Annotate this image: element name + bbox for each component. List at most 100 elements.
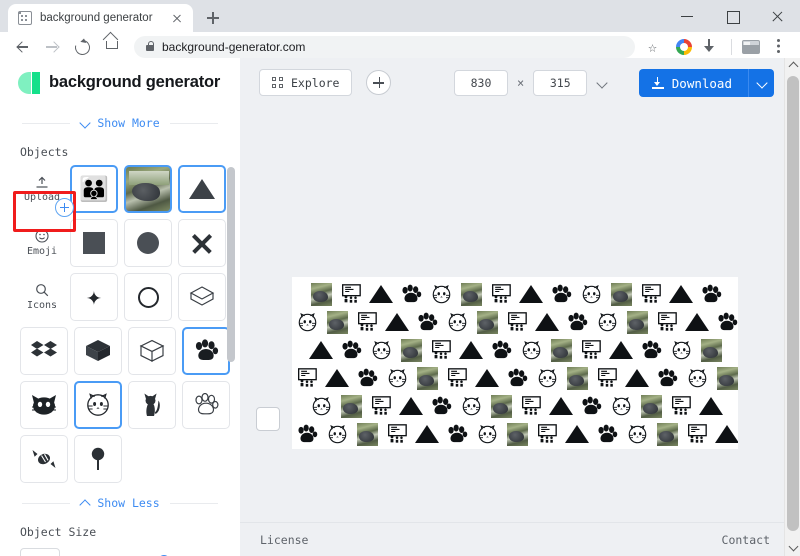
object-tile-circle[interactable] — [124, 219, 172, 267]
object-tile-photo[interactable] — [124, 165, 172, 213]
address-bar[interactable]: background-generator.com — [134, 36, 635, 58]
object-tile-cat-face-filled[interactable] — [20, 381, 68, 429]
pattern-cell-paw — [562, 307, 592, 337]
google-profile-icon[interactable] — [671, 34, 697, 60]
sidebar-action-icons[interactable]: Icons — [20, 273, 64, 321]
pattern-cell-paw — [442, 419, 472, 449]
object-tile-sparkle[interactable]: ✦ — [70, 273, 118, 321]
object-tile-dropbox[interactable] — [20, 327, 68, 375]
scroll-down-arrow-icon[interactable] — [785, 540, 800, 556]
lollipop-glyph-icon — [91, 447, 105, 470]
pattern-cell-triangle — [366, 279, 396, 309]
object-tile-cat-face-outline[interactable] — [74, 381, 122, 429]
pattern-cell-triangle — [396, 391, 426, 421]
pattern-cell-cat-face — [306, 391, 336, 421]
chevron-down-icon[interactable] — [596, 77, 608, 89]
show-more-button[interactable]: Show More — [80, 116, 159, 130]
sidebar-action-label: Icons — [26, 300, 58, 311]
pattern-canvas[interactable] — [292, 277, 738, 449]
scroll-up-arrow-icon[interactable] — [785, 58, 800, 74]
pattern-cell-photo — [322, 307, 352, 337]
contact-link[interactable]: Contact — [722, 533, 770, 547]
object-tile-presentation[interactable]: 👪 — [70, 165, 118, 213]
cross-glyph-icon — [190, 231, 214, 255]
object-tile-triangle[interactable] — [178, 165, 226, 213]
object-tile-lollipop[interactable] — [74, 435, 122, 483]
license-link[interactable]: License — [260, 533, 308, 547]
download-options-button[interactable] — [748, 69, 774, 97]
sidebar-action-emoji[interactable]: Emoji — [20, 219, 64, 267]
explore-button[interactable]: Explore — [259, 69, 353, 96]
pattern-cell-triangle — [562, 419, 592, 449]
object-tile-ring[interactable] — [124, 273, 172, 321]
sidebar-scrollbar[interactable] — [226, 107, 236, 556]
cat-face-outline-glyph-icon — [87, 393, 109, 416]
pattern-row — [292, 363, 738, 393]
app-brand[interactable]: background generator — [0, 58, 240, 107]
pattern-cell-triangle — [696, 391, 726, 421]
triangle-glyph-icon — [189, 179, 215, 199]
home-button[interactable] — [98, 33, 126, 61]
download-label: Download — [671, 75, 732, 91]
canvas-width-input[interactable]: 830 — [454, 69, 508, 96]
show-less-button[interactable]: Show Less — [80, 496, 159, 510]
ring-glyph-icon — [137, 286, 159, 308]
plus-circle-icon[interactable] — [55, 198, 74, 217]
background-color-swatch[interactable] — [256, 407, 280, 431]
object-tile-candy[interactable] — [20, 435, 68, 483]
new-tab-button[interactable] — [199, 4, 227, 32]
pattern-cell-cat-face — [382, 363, 412, 393]
object-size-section: Object Size 33 — [0, 509, 240, 556]
window-close-button[interactable] — [755, 0, 800, 32]
logo-icon — [18, 71, 40, 94]
object-tile-paw-filled[interactable] — [182, 327, 230, 375]
app-toolbar: Explore 830 × 315 Download — [240, 58, 800, 107]
object-tile-cube[interactable] — [128, 327, 176, 375]
pattern-cell-photo — [306, 279, 336, 309]
canvas-size-controls: 830 × 315 — [454, 58, 608, 107]
page-scrollbar[interactable] — [784, 58, 800, 556]
pattern-cell-triangle — [306, 335, 336, 365]
extension-icon[interactable] — [738, 34, 764, 60]
sidebar-scroll-thumb[interactable] — [227, 167, 235, 362]
object-tile-cat-sitting[interactable] — [128, 381, 176, 429]
object-size-input[interactable]: 33 — [20, 548, 60, 556]
divider — [22, 502, 71, 504]
toolbar-divider — [731, 39, 732, 55]
page-scroll-thumb[interactable] — [787, 76, 799, 531]
pattern-cell-paw — [412, 307, 442, 337]
chevron-up-icon — [80, 498, 90, 508]
pattern-row — [292, 419, 738, 449]
object-tile-cross[interactable] — [178, 219, 226, 267]
reload-button[interactable] — [68, 33, 96, 61]
download-icon[interactable] — [699, 34, 725, 60]
browser-tab[interactable]: background generator — [8, 4, 193, 32]
kebab-menu-icon[interactable] — [766, 34, 792, 60]
object-tile-open-box[interactable] — [178, 273, 226, 321]
object-tile-package[interactable] — [74, 327, 122, 375]
bookmark-star-icon[interactable]: ☆ — [643, 34, 669, 60]
pattern-cell-photo — [712, 363, 738, 393]
objects-row: Emoji — [20, 219, 240, 267]
pattern-cell-cat-face — [576, 279, 606, 309]
add-button[interactable] — [366, 70, 392, 95]
download-icon — [651, 77, 664, 89]
pattern-cell-paw — [696, 279, 726, 309]
pattern-cell-paw — [336, 335, 366, 365]
pattern-cell-paw — [652, 363, 682, 393]
maximize-button[interactable] — [710, 0, 755, 32]
forward-button[interactable] — [38, 33, 66, 61]
minimize-button[interactable] — [665, 0, 710, 32]
pattern-cell-photo — [472, 307, 502, 337]
close-icon[interactable] — [169, 10, 185, 26]
object-tile-paw-outline[interactable] — [182, 381, 230, 429]
back-button[interactable] — [8, 33, 36, 61]
objects-row — [20, 435, 240, 483]
pattern-cell-cat-face — [622, 419, 652, 449]
app-root: background generator Explore 830 × 315 D… — [0, 58, 800, 556]
objects-row — [20, 327, 240, 375]
download-button[interactable]: Download — [638, 69, 748, 97]
object-tile-square[interactable] — [70, 219, 118, 267]
canvas-height-input[interactable]: 315 — [533, 69, 588, 96]
search-icon — [36, 284, 49, 297]
